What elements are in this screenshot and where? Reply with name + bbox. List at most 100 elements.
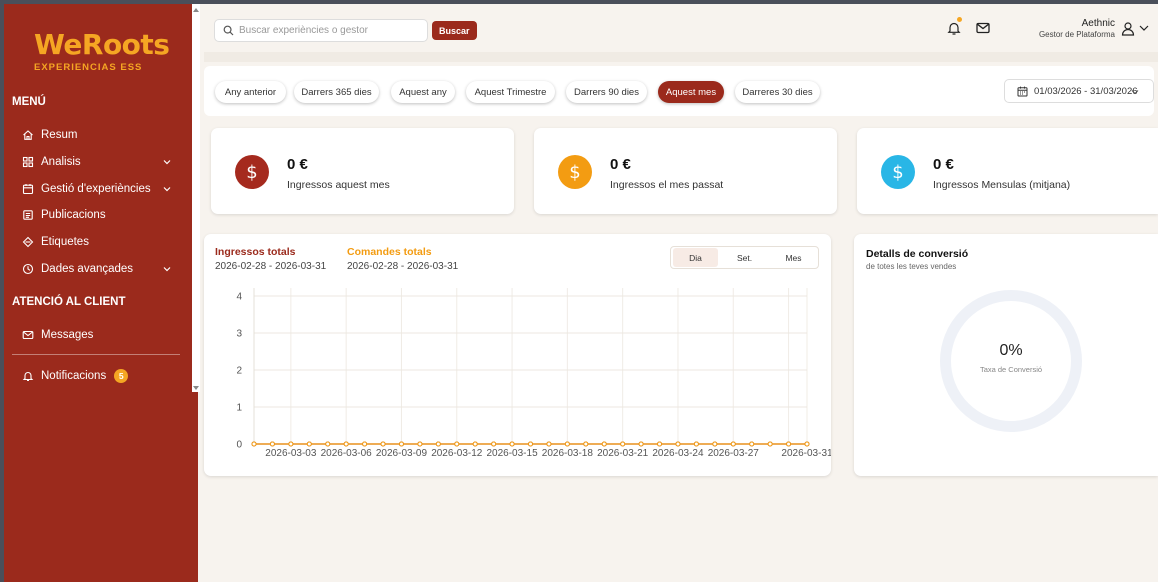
sidebar-item-etiquetes[interactable]: Etiquetes: [22, 232, 172, 252]
x-tick-label: 2026-03-12: [431, 448, 483, 459]
chevron-down-icon[interactable]: [162, 184, 172, 194]
sidebar-item-publicacions[interactable]: Publicacions: [22, 205, 172, 225]
series-point-2: [767, 441, 773, 447]
series-point-2: [749, 441, 755, 447]
user-icon[interactable]: [1120, 21, 1136, 37]
filter-pill-aquest-trimestre[interactable]: Aquest Trimestre: [466, 81, 555, 103]
search-box: [214, 19, 428, 42]
search-input[interactable]: [239, 25, 419, 36]
sidebar-item-label: Resum: [41, 129, 78, 141]
series-point-2: [712, 441, 718, 447]
series-point-2: [601, 441, 607, 447]
y-tick-label: 4: [236, 292, 242, 303]
notification-dot: [957, 17, 962, 22]
menu-heading: MENÚ: [12, 96, 46, 108]
date-range-picker[interactable]: 01/03/2026 - 31/03/2026: [1004, 79, 1154, 103]
bell-icon[interactable]: [946, 20, 962, 36]
y-tick-label: 3: [236, 329, 242, 340]
mail-icon[interactable]: [975, 20, 991, 36]
conversion-rate-label: Taxa de Conversió: [979, 365, 1043, 374]
stat-value: 0 €: [610, 156, 631, 173]
filter-pill-aquest-any[interactable]: Aquest any: [391, 81, 455, 103]
series-point-2: [343, 441, 349, 447]
series-point-2: [638, 441, 644, 447]
filter-pill-darrers-90-dies[interactable]: Darrers 90 dies: [566, 81, 647, 103]
series-point-2: [583, 441, 589, 447]
brand-logo[interactable]: WeRoots EXPERIENCIAS ESS: [34, 28, 170, 74]
user-role: Gestor de Plataforma: [1038, 30, 1115, 39]
logo-text: WeRoots: [34, 28, 170, 61]
y-tick-label: 0: [236, 440, 242, 451]
stat-label: Ingressos el mes passat: [610, 179, 724, 191]
sidebar-item-messages[interactable]: Messages: [22, 325, 172, 345]
header-divider: [204, 52, 1158, 62]
calendar-icon: [1017, 86, 1028, 96]
stat-value: 0 €: [933, 156, 954, 173]
stat-label: Ingressos aquest mes: [287, 179, 390, 191]
x-tick-label: 2026-03-21: [597, 448, 649, 459]
series-point-2: [362, 441, 368, 447]
grid-icon: [22, 156, 34, 168]
series-point-2: [417, 441, 423, 447]
series-point-2: [380, 441, 386, 447]
dollar-icon: $: [235, 155, 269, 189]
sidebar-item-label: Messages: [41, 329, 94, 341]
search-button[interactable]: Buscar: [432, 21, 477, 40]
scroll-down-arrow-icon[interactable]: [193, 386, 199, 390]
filter-pill-darreres-30-dies[interactable]: Darreres 30 dies: [735, 81, 820, 103]
home-icon: [23, 130, 33, 140]
support-heading: ATENCIÓ AL CLIENT: [12, 296, 126, 308]
series-point-2: [491, 441, 497, 447]
filter-pill-darrers-365-dies[interactable]: Darrers 365 dies: [294, 81, 379, 103]
chevron-down-icon[interactable]: [162, 264, 172, 274]
series-point-2: [509, 441, 515, 447]
x-tick-label: 2026-03-18: [542, 448, 594, 459]
series-point-2: [804, 441, 810, 447]
chevron-down-icon: [1131, 90, 1139, 95]
conversion-title: Detalls de conversió: [866, 248, 969, 260]
series-point-2: [675, 441, 681, 447]
stat-card-previous-month: $ 0 € Ingressos el mes passat: [534, 128, 837, 214]
sidebar-item-label: Gestió d'experiències: [41, 183, 151, 195]
chevron-down-icon[interactable]: [1138, 22, 1150, 34]
filter-pill-any-anterior[interactable]: Any anterior: [215, 81, 286, 103]
x-tick-label: 2026-03-15: [486, 448, 538, 459]
sidebar-item-analisis[interactable]: Analisis: [22, 152, 172, 172]
series-point-2: [546, 441, 552, 447]
series-point-2: [454, 441, 460, 447]
y-tick-label: 2: [236, 366, 242, 377]
filter-pill-aquest-mes[interactable]: Aquest mes: [658, 81, 724, 103]
sidebar-item-resum[interactable]: Resum: [22, 125, 172, 145]
series-point-2: [786, 441, 792, 447]
series-point-2: [251, 441, 257, 447]
x-tick-label: 2026-03-03: [265, 448, 317, 459]
sidebar-item-label: Publicacions: [41, 209, 106, 221]
user-name[interactable]: Aethnic: [1082, 18, 1115, 29]
scroll-up-arrow-icon[interactable]: [193, 8, 199, 12]
series-point-2: [472, 441, 478, 447]
sidebar-scrollbar[interactable]: [192, 4, 200, 392]
sidebar-item-label: Dades avançades: [41, 263, 134, 275]
list-icon: [23, 210, 33, 220]
series-point-2: [435, 441, 441, 447]
notification-count-badge: 5: [114, 369, 129, 383]
conversion-rate-value: 0%: [999, 342, 1023, 359]
app-window: WeRoots EXPERIENCIAS ESS MENÚ Resum Anal…: [4, 4, 1158, 582]
x-tick-label: 2026-03-27: [708, 448, 760, 459]
line-chart: 012342026-03-03 2026-03-06 2026-03-09 2026-…: [236, 288, 831, 459]
bell-icon: [22, 372, 34, 382]
logo-subtitle: EXPERIENCIAS ESS: [34, 62, 143, 73]
dollar-icon: $: [558, 155, 592, 189]
stat-value: 0 €: [287, 156, 308, 173]
conversion-card: Detalls de conversió de totes les teves …: [854, 234, 1158, 476]
sidebar-item-gestio-experiencies[interactable]: Gestió d'experiències: [22, 179, 172, 199]
conversion-subtitle: de totes les teves vendes: [866, 262, 957, 271]
series-point-2: [325, 441, 331, 447]
series-point-2: [730, 441, 736, 447]
x-tick-label: 2026-03-06: [321, 448, 373, 459]
conversion-donut: [940, 290, 1082, 432]
chevron-down-icon[interactable]: [162, 157, 172, 167]
sidebar-item-dades-avancades[interactable]: Dades avançades: [22, 259, 172, 279]
sidebar-item-notificacions[interactable]: Notificacions 5: [22, 366, 172, 386]
stat-label: Ingressos Mensulas (mitjana): [933, 179, 1071, 191]
